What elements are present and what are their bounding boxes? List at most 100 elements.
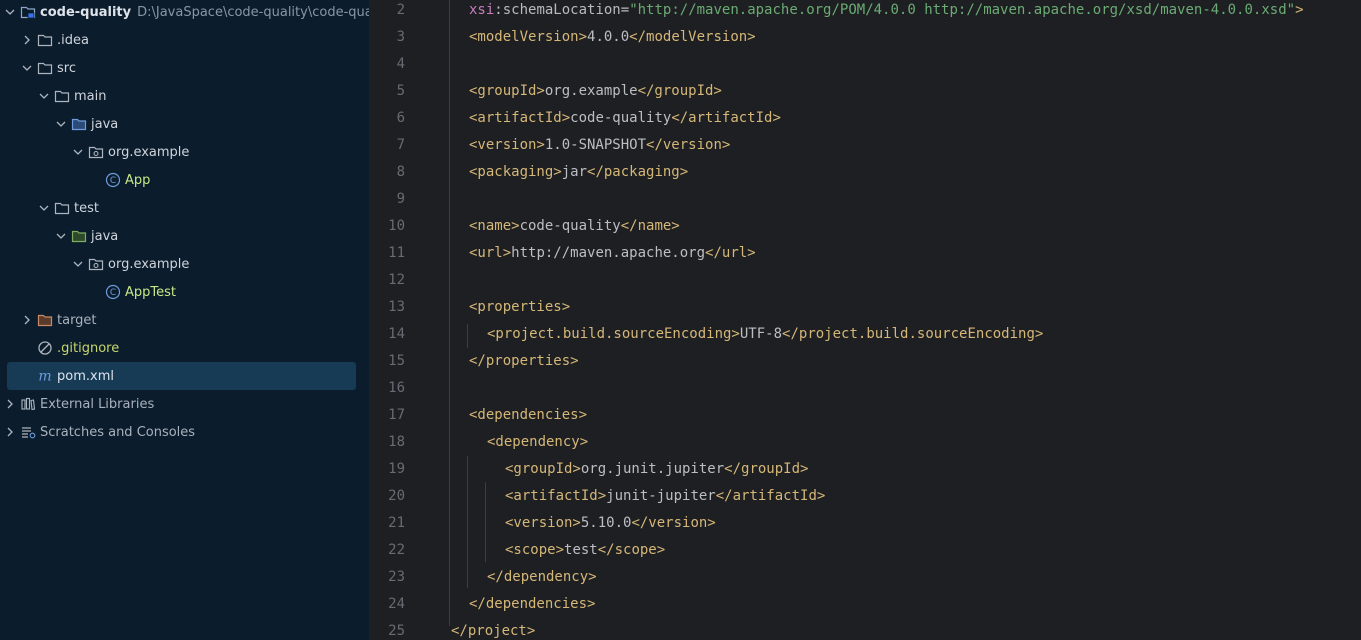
code-line[interactable]: 23 </dependency> xyxy=(369,563,1361,590)
code-token-tag: <dependencies> xyxy=(469,406,588,423)
line-number: 4 xyxy=(396,55,405,72)
tree-item-src[interactable]: src xyxy=(0,54,369,82)
code-editor[interactable]: 2 xsi:schemaLocation="http://maven.apache… xyxy=(369,0,1361,640)
code-token-tag: <groupId> xyxy=(505,460,581,477)
chevron-down-icon[interactable] xyxy=(37,89,51,103)
line-number: 21 xyxy=(388,514,405,531)
folder-icon xyxy=(54,200,70,216)
code-token-tag: </version> xyxy=(646,136,731,153)
code-text: <groupId>org.junit.jupiter</groupId> xyxy=(505,461,808,477)
tree-item-label: org.example xyxy=(108,256,190,272)
code-line[interactable]: 24 </dependencies> xyxy=(369,590,1361,617)
code-line[interactable]: 15 </properties> xyxy=(369,347,1361,374)
code-line[interactable]: 6 <artifactId>code-quality</artifactId> xyxy=(369,104,1361,131)
code-token-tag: </artifactId> xyxy=(715,487,826,504)
chevron-right-icon[interactable] xyxy=(3,425,17,439)
code-token-tag: </project.build.sourceEncoding> xyxy=(782,325,1044,342)
code-line[interactable]: 12 xyxy=(369,266,1361,293)
tree-item-target[interactable]: target xyxy=(0,306,369,334)
code-token-txt: http://maven.apache.org xyxy=(511,244,706,261)
code-line[interactable]: 25 </project> xyxy=(369,617,1361,640)
line-number: 6 xyxy=(396,109,405,126)
code-token-txt: junit-jupiter xyxy=(606,487,716,504)
chevron-down-icon[interactable] xyxy=(71,145,85,159)
tree-root-code-quality[interactable]: code-quality D:\JavaSpace\code-quality\c… xyxy=(0,0,369,26)
code-line[interactable]: 5 <groupId>org.example</groupId> xyxy=(369,77,1361,104)
code-line[interactable]: 14 <project.build.sourceEncoding>UTF-8</p… xyxy=(369,320,1361,347)
code-token-tag: </groupId> xyxy=(724,460,809,477)
code-line[interactable]: 2 xsi:schemaLocation="http://maven.apache… xyxy=(369,0,1361,23)
line-number: 9 xyxy=(396,190,405,207)
chevron-down-icon[interactable] xyxy=(54,117,68,131)
line-number: 11 xyxy=(388,244,405,261)
code-line[interactable]: 13 <properties> xyxy=(369,293,1361,320)
chevron-right-icon[interactable] xyxy=(3,397,17,411)
code-text: </properties> xyxy=(469,353,579,369)
code-token-tag: <dependency> xyxy=(487,433,589,450)
code-text: xsi:schemaLocation="http://maven.apache.… xyxy=(469,2,1304,18)
code-line[interactable]: 10 <name>code-quality</name> xyxy=(369,212,1361,239)
code-line[interactable]: 3 <modelVersion>4.0.0</modelVersion> xyxy=(369,23,1361,50)
tree-item-java-test[interactable]: java xyxy=(0,222,369,250)
tree-item-label: AppTest xyxy=(125,284,176,300)
code-token-tag: <url> xyxy=(469,244,512,261)
chevron-down-icon[interactable] xyxy=(71,257,85,271)
tree-item-pom-xml[interactable]: m pom.xml xyxy=(0,362,369,390)
tree-item-label: target xyxy=(57,312,97,328)
line-number: 19 xyxy=(388,460,405,477)
code-line[interactable]: 18 <dependency> xyxy=(369,428,1361,455)
code-line[interactable]: 20 <artifactId>junit-jupiter</artifactId> xyxy=(369,482,1361,509)
code-text: </project> xyxy=(451,623,535,639)
tree-item-apptest-class[interactable]: C AppTest xyxy=(0,278,369,306)
code-text: </dependency> xyxy=(487,569,597,585)
tree-item-app-class[interactable]: C App xyxy=(0,166,369,194)
code-token-tag: </modelVersion> xyxy=(629,28,756,45)
code-text: </dependencies> xyxy=(469,596,595,612)
code-line[interactable]: 7 <version>1.0-SNAPSHOT</version> xyxy=(369,131,1361,158)
line-number: 7 xyxy=(396,136,405,153)
tree-item-test[interactable]: test xyxy=(0,194,369,222)
code-line[interactable]: 4 xyxy=(369,50,1361,77)
code-line[interactable]: 8 <packaging>jar</packaging> xyxy=(369,158,1361,185)
line-number: 8 xyxy=(396,163,405,180)
code-token-tag: <artifactId> xyxy=(505,487,607,504)
excluded-folder-icon xyxy=(37,312,53,328)
maven-icon: m xyxy=(37,368,53,385)
line-number: 16 xyxy=(388,379,405,396)
code-line[interactable]: 21 <version>5.10.0</version> xyxy=(369,509,1361,536)
chevron-right-icon[interactable] xyxy=(20,33,34,47)
code-line[interactable]: 16 xyxy=(369,374,1361,401)
code-line[interactable]: 22 <scope>test</scope> xyxy=(369,536,1361,563)
chevron-right-icon[interactable] xyxy=(20,313,34,327)
tree-item-gitignore[interactable]: .gitignore xyxy=(0,334,369,362)
class-icon: C xyxy=(105,172,121,188)
line-number: 3 xyxy=(396,28,405,45)
tree-item-label: java xyxy=(91,228,119,244)
code-token-txt: 1.0-SNAPSHOT xyxy=(544,136,647,153)
tree-item-package-test[interactable]: org.example xyxy=(0,250,369,278)
module-folder-icon xyxy=(20,4,36,20)
tree-item-idea[interactable]: .idea xyxy=(0,26,369,54)
tree-item-label: test xyxy=(74,200,99,216)
code-token-txt: 4.0.0 xyxy=(587,28,630,45)
code-line[interactable]: 19 <groupId>org.junit.jupiter</groupId> xyxy=(369,455,1361,482)
code-line[interactable]: 17 <dependencies> xyxy=(369,401,1361,428)
code-line[interactable]: 9 xyxy=(369,185,1361,212)
code-token-tag: <scope> xyxy=(505,541,565,558)
code-token-tag: <groupId> xyxy=(469,82,545,99)
tree-item-scratches-and-consoles[interactable]: Scratches and Consoles xyxy=(0,418,369,446)
chevron-down-icon[interactable] xyxy=(20,61,34,75)
tree-item-main[interactable]: main xyxy=(0,82,369,110)
chevron-down-icon[interactable] xyxy=(3,5,17,19)
tree-item-external-libraries[interactable]: External Libraries xyxy=(0,390,369,418)
tree-item-package-main[interactable]: org.example xyxy=(0,138,369,166)
chevron-down-icon[interactable] xyxy=(54,229,68,243)
chevron-down-icon[interactable] xyxy=(37,201,51,215)
code-token-tag: <version> xyxy=(469,136,545,153)
code-token-tag: <packaging> xyxy=(469,163,562,180)
code-token-tag: > xyxy=(1295,1,1304,18)
tree-item-label: src xyxy=(57,60,76,76)
folder-icon xyxy=(37,32,53,48)
tree-item-java-main[interactable]: java xyxy=(0,110,369,138)
code-line[interactable]: 11 <url>http://maven.apache.org</url> xyxy=(369,239,1361,266)
